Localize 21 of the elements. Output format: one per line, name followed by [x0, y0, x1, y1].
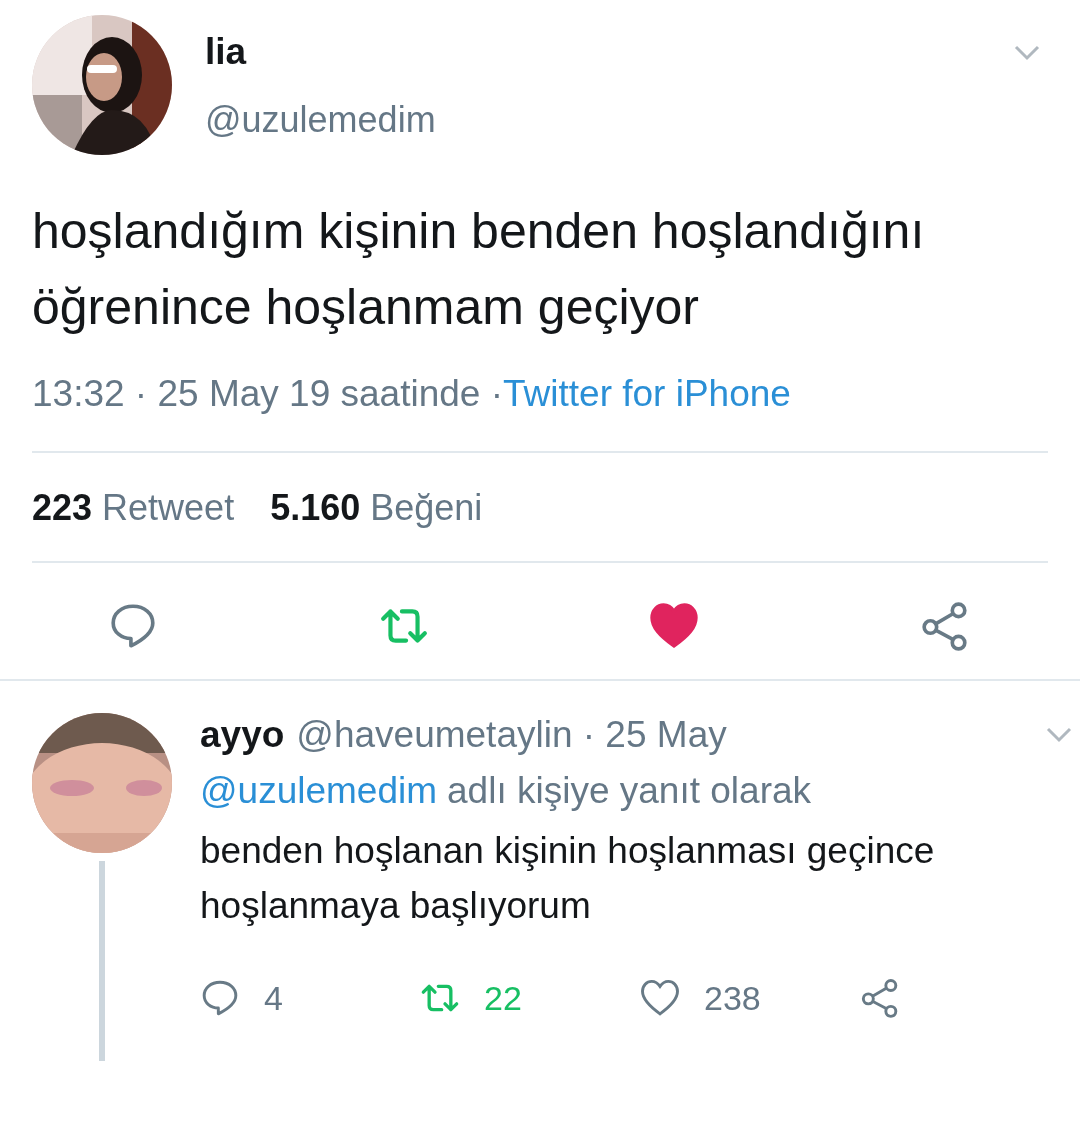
comment-icon[interactable]: [200, 978, 240, 1018]
tweet-text: hoşlandığım kişinin benden hoşlandığını öğrenince hoşlanmam geçiyor: [31, 202, 926, 337]
heart-icon[interactable]: [640, 978, 680, 1018]
user-name[interactable]: lia: [205, 27, 436, 77]
user-handle[interactable]: @uzulemedim: [205, 95, 436, 145]
mention-link[interactable]: @uzulemedim: [200, 769, 438, 813]
share-icon[interactable]: [860, 978, 900, 1018]
user-name[interactable]: ayyo: [200, 713, 285, 757]
like-count: 238: [704, 978, 761, 1018]
like-count[interactable]: 5.160 Beğeni: [270, 483, 483, 533]
retweet-count[interactable]: 223 Retweet: [32, 483, 235, 533]
reply-text: benden hoşlanan kişinin hoşlanması geçince hoşlanmaya başlıyorum: [200, 829, 936, 928]
retweet-count: 22: [484, 978, 522, 1018]
reply-context: adlı kişiye yanıt olarak: [447, 769, 812, 813]
heart-icon[interactable]: [649, 601, 700, 651]
reply-count: 4: [264, 978, 283, 1018]
source-link[interactable]: Twitter for iPhone: [503, 373, 791, 414]
tweet-time: 13:32 · 25 May 19 saatinde ·: [32, 373, 503, 414]
share-icon[interactable]: [919, 601, 970, 651]
user-handle[interactable]: @haveumetaylin · 25 May: [296, 713, 727, 757]
comment-icon[interactable]: [108, 601, 158, 651]
